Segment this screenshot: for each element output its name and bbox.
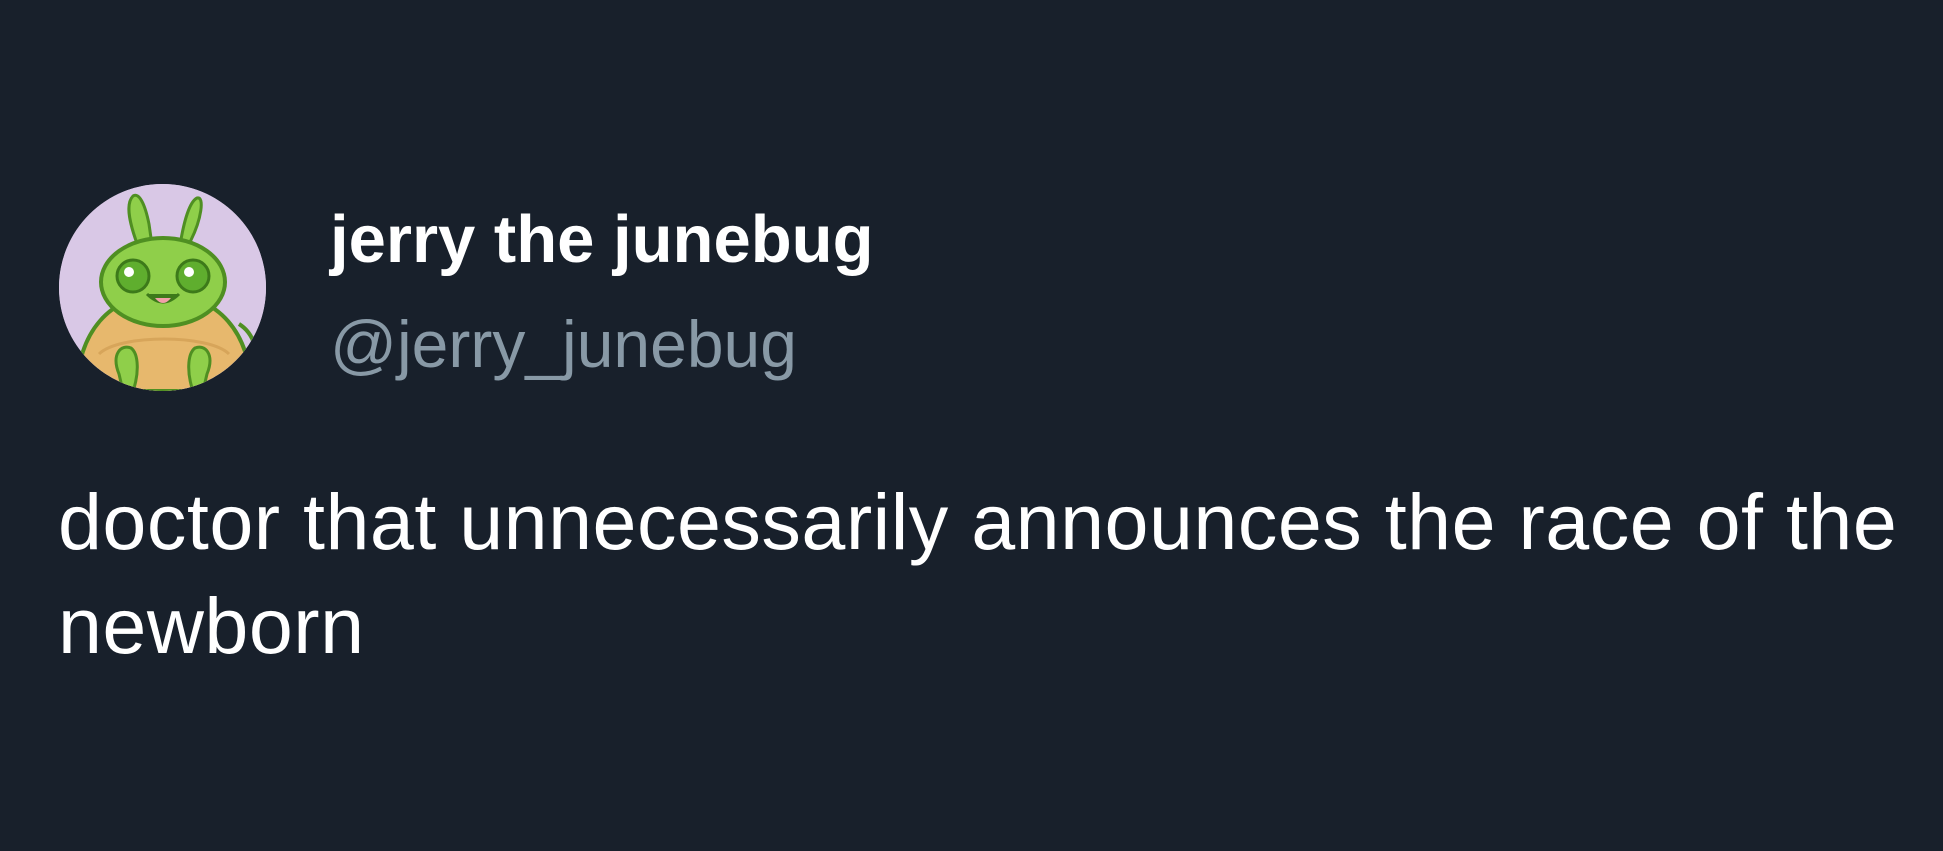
display-name[interactable]: jerry the junebug [330,200,874,280]
user-handle[interactable]: @jerry_junebug [330,304,797,384]
junebug-avatar-icon [59,184,266,391]
tweet-card: jerry the junebug @jerry_junebug doctor … [0,0,1943,851]
avatar[interactable] [59,184,266,391]
tweet-text: doctor that unnecessarily announces the … [58,477,1898,670]
